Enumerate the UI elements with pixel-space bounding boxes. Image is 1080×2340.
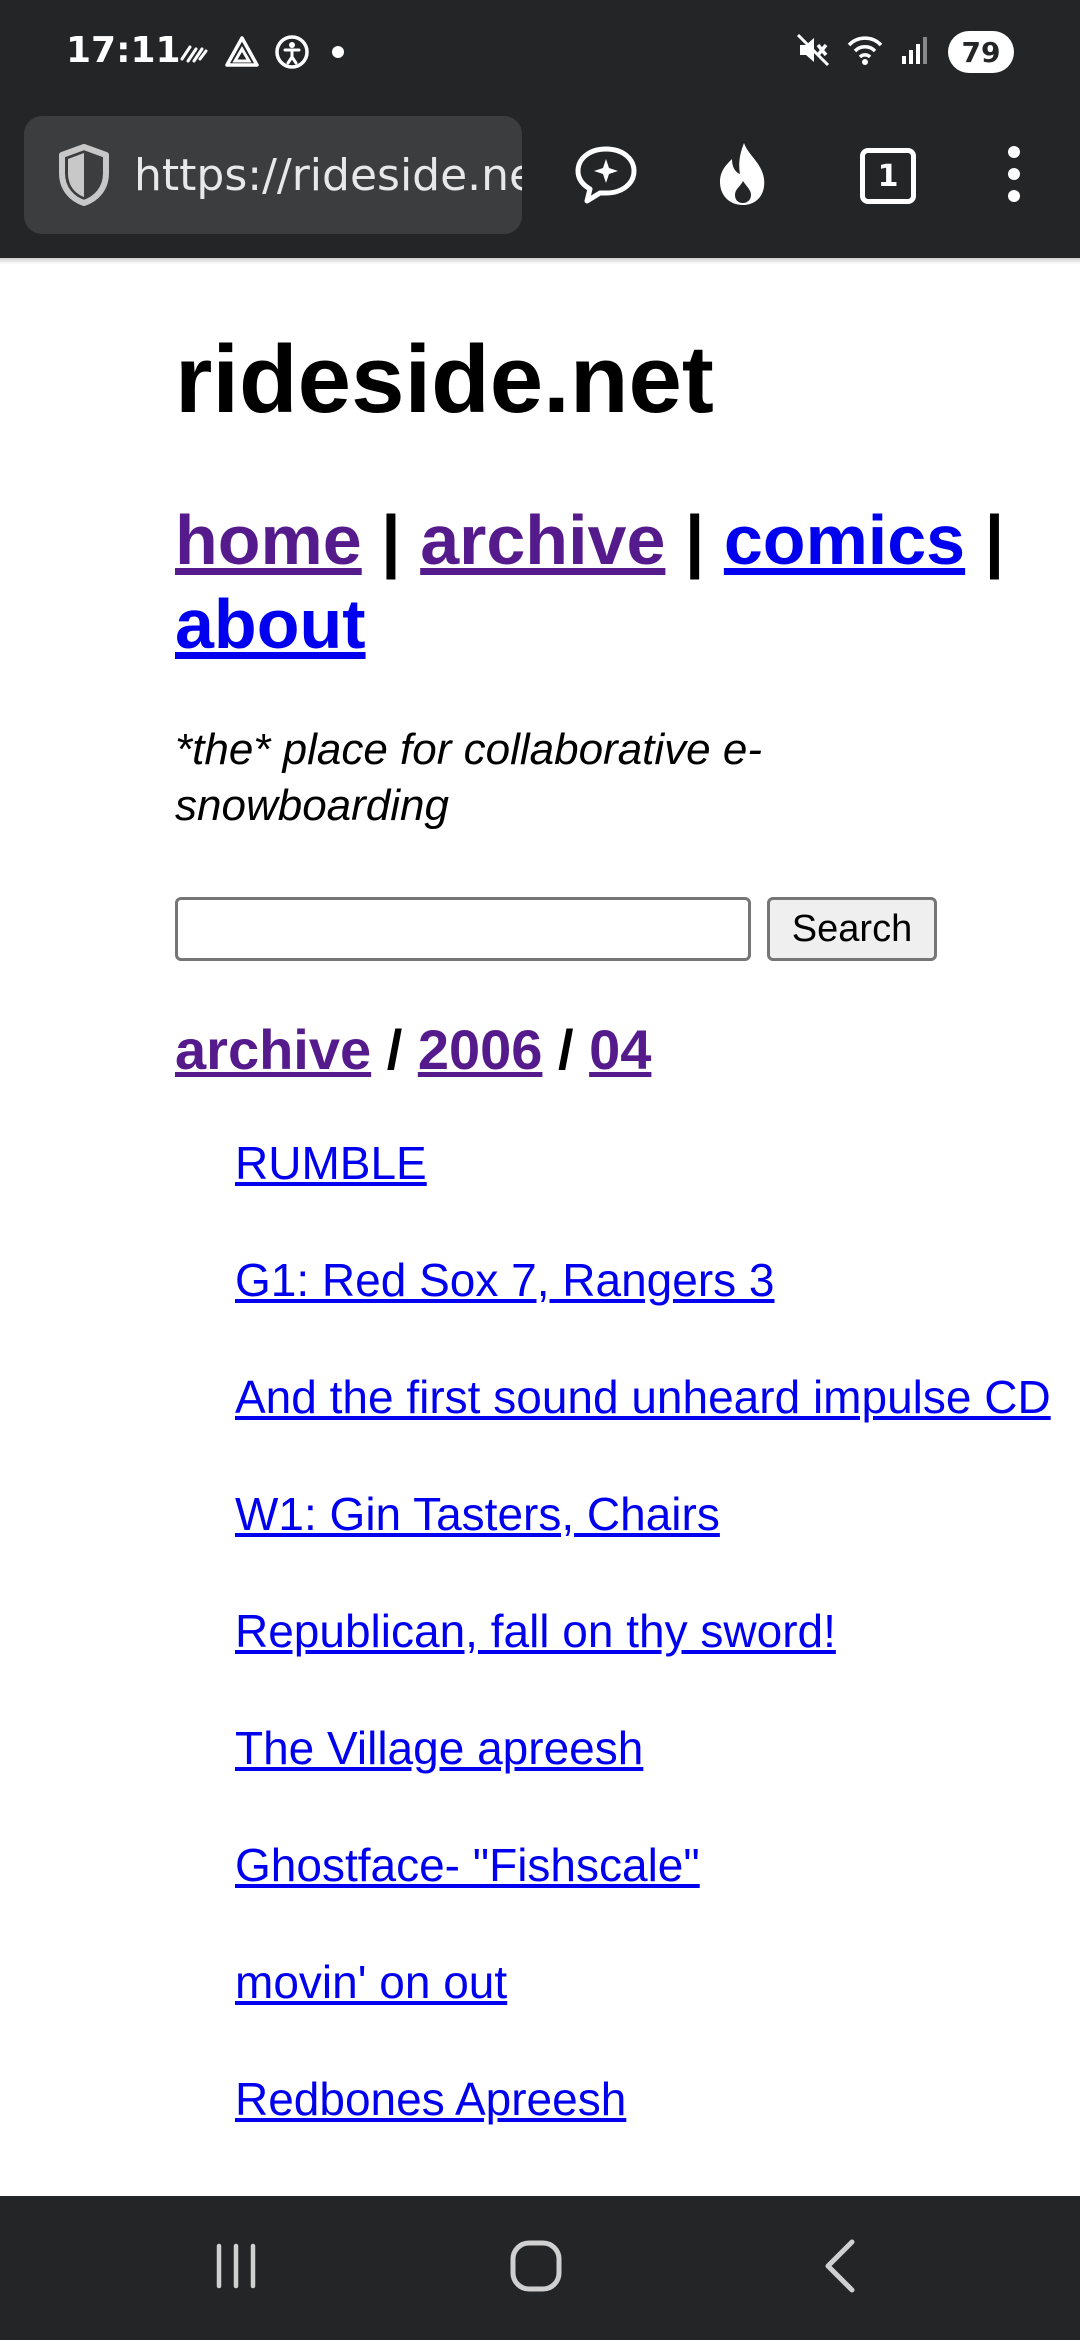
list-item: movin' on out	[235, 1947, 1080, 2064]
list-item: Ghostface- "Fishscale"	[235, 1830, 1080, 1947]
list-item: G1: Red Sox 7, Rangers 3	[235, 1245, 1080, 1362]
post-link[interactable]: RUMBLE	[235, 1137, 427, 1189]
url-bar[interactable]: https://rideside.net/archive/2006/04	[24, 116, 522, 234]
post-link[interactable]: And the first sound unheard impulse CD	[235, 1371, 1051, 1423]
home-icon	[508, 2238, 564, 2299]
nav-separator: |	[984, 501, 1005, 579]
post-link[interactable]: G1: Red Sox 7, Rangers 3	[235, 1254, 775, 1306]
nav-separator: |	[381, 501, 401, 579]
system-nav-bar	[0, 2196, 1080, 2340]
post-list: RUMBLE G1: Red Sox 7, Rangers 3 And the …	[175, 1128, 1080, 2181]
browser-toolbar: https://rideside.net/archive/2006/04 1	[0, 108, 1080, 258]
wifi-icon	[846, 33, 884, 72]
search-button[interactable]: Search	[767, 897, 937, 961]
status-right-icons: 79	[796, 30, 1014, 74]
status-time: 17:11	[66, 30, 181, 71]
site-nav: home | archive | comics | about	[175, 498, 1005, 666]
tagline: *the* place for collaborative e-snowboar…	[175, 725, 762, 830]
nav-separator: |	[684, 501, 705, 579]
back-icon	[820, 2238, 860, 2299]
search-form: Search	[175, 896, 1080, 962]
nav-archive-link[interactable]: archive	[420, 501, 665, 579]
nav-home-link[interactable]: home	[175, 501, 362, 579]
search-input[interactable]	[175, 897, 751, 961]
post-link[interactable]: movin' on out	[235, 1956, 507, 2008]
more-vert-icon	[1006, 144, 1022, 209]
recent-apps-icon	[211, 2242, 261, 2295]
tabs-icon: 1	[860, 148, 916, 204]
nav-comics-link[interactable]: comics	[724, 501, 965, 579]
breadcrumb-year-link[interactable]: 2006	[418, 1018, 543, 1081]
post-link[interactable]: Redbones Apreesh	[235, 2073, 626, 2125]
post-link[interactable]: Republican, fall on thy sword!	[235, 1605, 836, 1657]
post-link[interactable]: Ghostface- "Fishscale"	[235, 1839, 700, 1891]
post-link[interactable]: W1: Gin Tasters, Chairs	[235, 1488, 720, 1540]
weather-icon	[176, 37, 210, 72]
status-left-icons	[176, 34, 352, 74]
mute-icon	[796, 33, 830, 72]
tabs-button[interactable]: 1	[850, 138, 926, 214]
list-item: W1: Gin Tasters, Chairs	[235, 1479, 1080, 1596]
list-item: The Village apreesh	[235, 1713, 1080, 1830]
nav-about-link[interactable]: about	[175, 585, 366, 663]
drive-icon	[224, 35, 260, 74]
notification-dot-icon	[324, 38, 352, 71]
shield-icon[interactable]	[54, 143, 114, 207]
site-title: rideside.net	[175, 326, 714, 433]
menu-button[interactable]	[976, 138, 1052, 214]
status-bar: 17:11 79	[0, 0, 1080, 108]
post-link[interactable]: The Village apreesh	[235, 1722, 643, 1774]
recent-apps-button[interactable]	[196, 2232, 276, 2304]
home-button[interactable]	[496, 2232, 576, 2304]
breadcrumb-separator: /	[557, 1018, 574, 1081]
page-content: rideside.net home | archive | comics | a…	[175, 320, 1080, 2181]
url-text[interactable]: https://rideside.net/archive/2006/04	[134, 150, 522, 201]
back-button[interactable]	[800, 2232, 880, 2304]
list-item: RUMBLE	[235, 1128, 1080, 1245]
signal-icon	[900, 34, 932, 71]
breadcrumb-month-link[interactable]: 04	[589, 1018, 651, 1081]
breadcrumb-archive-link[interactable]: archive	[175, 1018, 371, 1081]
accessibility-icon	[274, 34, 310, 75]
breadcrumb-separator: /	[386, 1018, 403, 1081]
battery-indicator: 79	[948, 31, 1014, 73]
flame-icon	[714, 141, 772, 212]
list-item: And the first sound unheard impulse CD	[235, 1362, 1080, 1479]
list-item: Redbones Apreesh	[235, 2064, 1080, 2181]
breadcrumb: archive / 2006 / 04	[175, 1016, 1080, 1084]
toolbar-shadow	[0, 258, 1080, 264]
assistant-icon	[573, 143, 639, 210]
flame-button[interactable]	[705, 138, 781, 214]
list-item: Republican, fall on thy sword!	[235, 1596, 1080, 1713]
assistant-button[interactable]	[568, 138, 644, 214]
